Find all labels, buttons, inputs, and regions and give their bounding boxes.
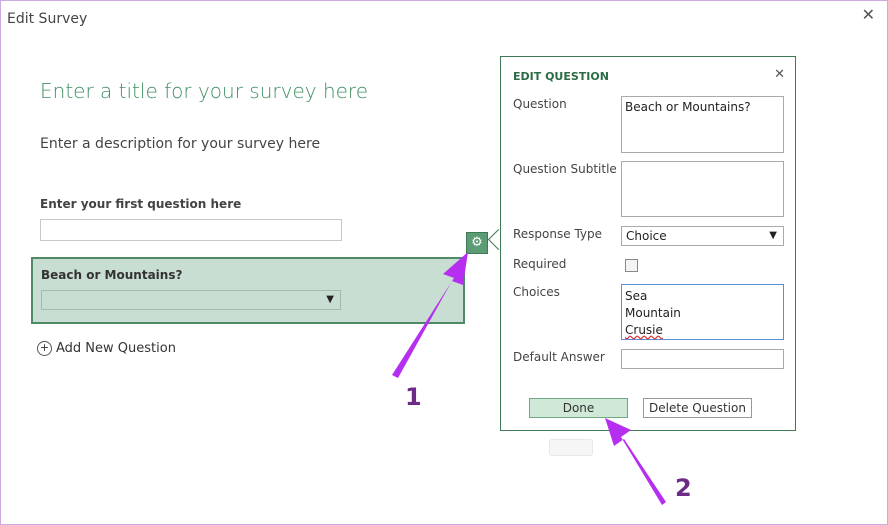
default-answer-label: Default Answer: [513, 350, 605, 364]
background-button: [549, 439, 593, 456]
panel-title: EDIT QUESTION: [513, 70, 609, 83]
add-new-question-label: Add New Question: [56, 341, 176, 356]
choice-item: Mountain: [625, 306, 681, 320]
chevron-down-icon: ▼: [326, 294, 334, 305]
chevron-down-icon: ▼: [769, 230, 777, 241]
first-question-label[interactable]: Enter your first question here: [40, 197, 241, 211]
question-label: Question: [513, 97, 567, 111]
annotation-number-one: 1: [405, 383, 422, 411]
delete-question-button[interactable]: Delete Question: [643, 398, 752, 418]
survey-title-field[interactable]: Enter a title for your survey here: [40, 79, 368, 103]
edit-question-panel: EDIT QUESTION ✕ Question Beach or Mounta…: [500, 56, 796, 431]
plus-circle-icon: +: [37, 341, 52, 356]
done-button[interactable]: Done: [529, 398, 628, 418]
question-subtitle-textarea[interactable]: [621, 161, 784, 217]
selected-question-label: Beach or Mountains?: [41, 268, 183, 282]
survey-description-field[interactable]: Enter a description for your survey here: [40, 136, 320, 152]
required-label: Required: [513, 257, 567, 271]
dialog-title: Edit Survey: [7, 11, 88, 27]
required-checkbox[interactable]: [625, 259, 638, 272]
gear-icon[interactable]: ⚙: [466, 232, 488, 254]
annotation-number-two: 2: [675, 474, 692, 502]
first-question-input[interactable]: [40, 219, 342, 241]
add-new-question-button[interactable]: + Add New Question: [37, 341, 176, 356]
question-textarea[interactable]: Beach or Mountains?: [621, 96, 784, 153]
close-icon[interactable]: ✕: [774, 67, 785, 82]
choice-item: Sea: [625, 289, 648, 303]
response-type-label: Response Type: [513, 227, 603, 241]
default-answer-input[interactable]: [621, 349, 784, 369]
choices-textarea[interactable]: Sea Mountain Crusie: [621, 284, 784, 340]
selected-question-dropdown[interactable]: ▼: [41, 290, 341, 310]
selected-question-card[interactable]: Beach or Mountains? ▼: [31, 257, 465, 324]
choices-label: Choices: [513, 285, 560, 299]
dialog-close-icon[interactable]: ✕: [862, 7, 875, 23]
question-subtitle-label: Question Subtitle: [513, 162, 617, 176]
choice-item: Crusie: [625, 323, 663, 337]
response-type-select[interactable]: Choice ▼: [621, 226, 784, 246]
response-type-value: Choice: [626, 229, 667, 243]
